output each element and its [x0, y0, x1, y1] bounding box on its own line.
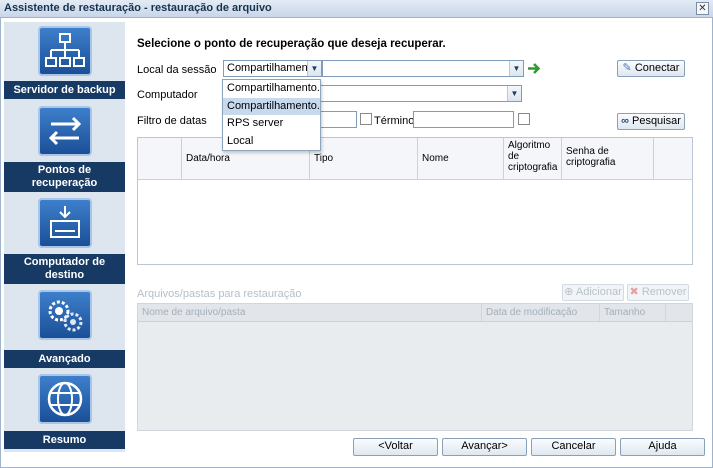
column-header-file-name[interactable]: Nome de arquivo/pasta [138, 304, 481, 321]
calendar-icon[interactable] [518, 113, 530, 125]
gears-icon [38, 290, 92, 340]
help-button[interactable]: Ajuda [620, 438, 705, 456]
column-header-spacer [653, 138, 694, 179]
plus-icon: ⊕ [564, 286, 574, 298]
page-title: Selecione o ponto de recuperação que des… [137, 38, 446, 50]
sidebar-item-advanced[interactable]: Avançado [4, 288, 125, 368]
column-header-size[interactable]: Tamanho [599, 304, 665, 321]
chevron-down-icon[interactable]: ▼ [307, 61, 321, 76]
calendar-icon[interactable] [360, 113, 372, 125]
connect-button-label: Conectar [634, 62, 680, 74]
add-button-label: Adicionar [575, 286, 622, 298]
chevron-down-icon[interactable]: ▼ [507, 86, 521, 101]
sidebar-item-backup-server[interactable]: Servidor de backup [4, 22, 125, 100]
column-header-spacer [665, 304, 694, 321]
close-icon[interactable]: ✕ [696, 2, 709, 15]
search-button[interactable]: ∞ Pesquisar [617, 113, 685, 130]
pencil-icon: ✎ [622, 62, 632, 74]
sidebar-item-label: Avançado [4, 350, 125, 368]
end-date-input[interactable] [413, 111, 514, 128]
sidebar-item-label: Resumo [4, 431, 125, 449]
arrows-icon [38, 106, 92, 156]
column-header-encryption-algorithm[interactable]: Algoritmo de criptografia [503, 138, 561, 179]
remove-button[interactable]: ✖ Remover [627, 284, 689, 301]
sidebar-item-label: Computador de destino [4, 254, 125, 284]
session-type-value: Compartilhament [227, 62, 311, 74]
remove-button-label: Remover [641, 286, 687, 298]
session-location-label: Local da sessão [137, 64, 217, 76]
session-type-dropdown[interactable]: Compartilhamento... Compartilhamento... … [222, 79, 321, 151]
search-button-label: Pesquisar [631, 115, 681, 127]
chevron-down-icon[interactable]: ▼ [509, 61, 523, 76]
server-tree-icon [38, 26, 92, 76]
column-header-encryption-password[interactable]: Senha de criptografia [561, 138, 653, 179]
next-button[interactable]: Avançar> [442, 438, 527, 456]
dropdown-option-highlighted[interactable]: Compartilhamento... [223, 97, 320, 115]
column-header-type[interactable]: Tipo [309, 138, 417, 179]
session-type-select[interactable]: Compartilhament ▼ [223, 60, 322, 77]
files-table-header: Nome de arquivo/pasta Data de modificaçã… [138, 304, 692, 322]
date-filter-label: Filtro de datas [137, 115, 207, 127]
dropdown-option[interactable]: Local [223, 133, 320, 151]
binoculars-icon: ∞ [621, 115, 629, 127]
dropdown-option[interactable]: RPS server [223, 115, 320, 133]
sidebar-item-destination-computer[interactable]: Computador de destino [4, 196, 125, 284]
files-table[interactable]: Nome de arquivo/pasta Data de modificaçã… [137, 303, 693, 431]
back-button[interactable]: <Voltar [353, 438, 438, 456]
recovery-points-table[interactable]: Data/hora Tipo Nome Algoritmo de criptog… [137, 137, 693, 265]
sidebar-item-label: Servidor de backup [4, 81, 125, 99]
files-section-label: Arquivos/pastas para restauração [137, 288, 302, 300]
computer-label: Computador [137, 89, 198, 101]
session-path-input[interactable]: ▼ [322, 60, 524, 77]
wizard-sidebar: Servidor de backup Pontos de recuperação… [4, 22, 125, 452]
drive-icon [38, 198, 92, 248]
title-bar: Assistente de restauração - restauração … [0, 0, 713, 18]
column-header-name[interactable]: Nome [417, 138, 503, 179]
sidebar-item-label: Pontos de recuperação [4, 162, 125, 192]
add-button[interactable]: ⊕ Adicionar [562, 284, 624, 301]
dropdown-option[interactable]: Compartilhamento... [223, 80, 320, 98]
globe-icon [38, 374, 92, 424]
cancel-button[interactable]: Cancelar [531, 438, 616, 456]
go-arrow-icon[interactable] [526, 61, 542, 76]
sidebar-item-summary[interactable]: Resumo [4, 372, 125, 452]
sidebar-item-recovery-points[interactable]: Pontos de recuperação [4, 104, 125, 192]
column-header-select[interactable] [138, 138, 181, 179]
main-panel: Selecione o ponto de recuperação que des… [126, 22, 710, 462]
window-title: Assistente de restauração - restauração … [4, 2, 272, 14]
end-date-label: Término [374, 115, 415, 127]
connect-button[interactable]: ✎ Conectar [617, 60, 685, 77]
column-header-modified-date[interactable]: Data de modificação [481, 304, 599, 321]
remove-icon: ✖ [629, 286, 639, 298]
